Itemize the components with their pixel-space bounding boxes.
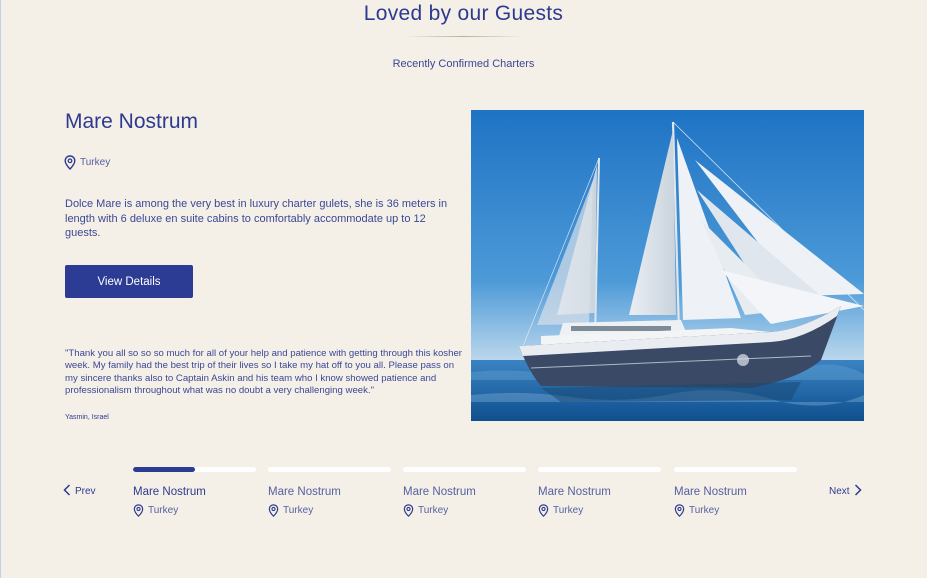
map-pin-icon — [133, 504, 144, 517]
next-label: Next — [829, 486, 850, 497]
yacht-photo — [471, 110, 864, 421]
yacht-name: Mare Nostrum — [65, 110, 199, 133]
quote-author: Yasmin, Israel — [65, 414, 109, 421]
yacht-location: Turkey — [64, 155, 110, 170]
pager-progress-track — [403, 467, 526, 472]
pager-progress-track — [674, 467, 797, 472]
pager-item-location: Turkey — [268, 504, 391, 517]
title-divider — [403, 36, 524, 37]
map-pin-icon — [538, 504, 549, 517]
prev-button[interactable]: Prev — [63, 484, 96, 499]
pager-item[interactable]: Mare Nostrum Turkey — [538, 467, 661, 517]
pager-item-name: Mare Nostrum — [268, 486, 341, 498]
map-pin-icon — [403, 504, 414, 517]
pager-item-location-label: Turkey — [418, 505, 449, 516]
map-pin-icon — [674, 504, 685, 517]
pager-item[interactable]: Mare Nostrum Turkey — [268, 467, 391, 517]
pager-item-location-label: Turkey — [553, 505, 584, 516]
pager-item-location: Turkey — [403, 504, 526, 517]
pager-item[interactable]: Mare Nostrum Turkey — [133, 467, 256, 517]
yacht-location-label: Turkey — [80, 157, 111, 168]
pager-item-location: Turkey — [133, 504, 256, 517]
chevron-right-icon — [854, 484, 862, 499]
section-title: Loved by our Guests — [363, 2, 564, 25]
pager-item-name: Mare Nostrum — [674, 486, 747, 498]
chevron-left-icon — [63, 484, 71, 499]
pager-item-location-label: Turkey — [689, 505, 720, 516]
pager-progress-track — [133, 467, 256, 472]
pager-item-name: Mare Nostrum — [133, 486, 206, 498]
pager-progress-track — [538, 467, 661, 472]
yacht-description: Dolce Mare is among the very best in lux… — [65, 198, 448, 239]
pager-item-name: Mare Nostrum — [538, 486, 611, 498]
pager-item-name: Mare Nostrum — [403, 486, 476, 498]
pager-item-location-label: Turkey — [148, 505, 179, 516]
pager-item[interactable]: Mare Nostrum Turkey — [674, 467, 797, 517]
pager-progress-fill — [133, 467, 195, 472]
pager-item-location: Turkey — [538, 504, 661, 517]
pager-item-location: Turkey — [674, 504, 797, 517]
pager-progress-track — [268, 467, 391, 472]
guest-quote: "Thank you all so so so much for all of … — [65, 348, 462, 397]
page-edge-line — [0, 0, 1, 578]
section-subtitle: Recently Confirmed Charters — [392, 58, 535, 70]
map-pin-icon — [268, 504, 279, 517]
prev-label: Prev — [75, 486, 96, 497]
pager-item[interactable]: Mare Nostrum Turkey — [403, 467, 526, 517]
pager-item-location-label: Turkey — [283, 505, 314, 516]
map-pin-icon — [64, 155, 76, 170]
view-details-button[interactable]: View Details — [65, 265, 193, 298]
next-button[interactable]: Next — [829, 484, 862, 499]
